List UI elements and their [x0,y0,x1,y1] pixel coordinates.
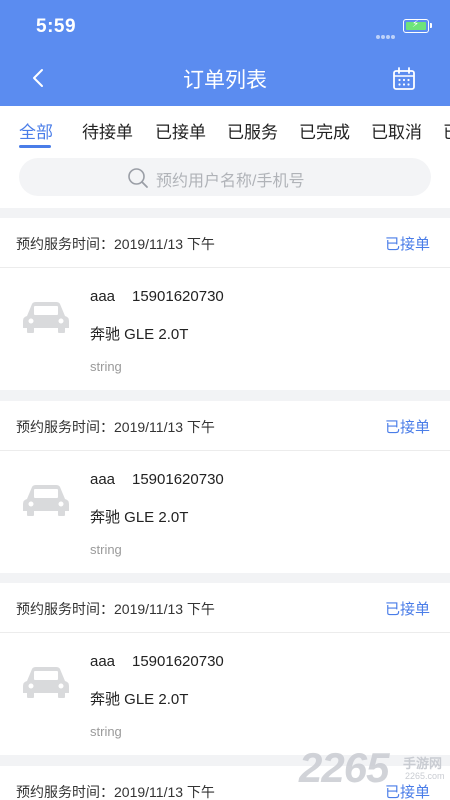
order-time: 预约服务时间：2019/11/13 下午 [16,601,215,617]
order-card[interactable]: 预约服务时间：2019/11/13 下午 已接单 aaa 15901620730… [0,218,450,390]
search-input[interactable]: 预约用户名称/手机号 [19,158,431,196]
tab-serviced[interactable]: 已服务 [227,118,278,143]
battery-icon: ⚡ [403,19,432,33]
site-watermark: 2265 手游网 2265.com [299,744,449,794]
order-time: 预约服务时间：2019/11/13 下午 [16,419,215,435]
signal-icon [376,26,398,39]
order-time: 预约服务时间：2019/11/13 下午 [16,236,215,252]
car-model: 奔驰 GLE 2.0T [90,509,189,526]
customer-name: aaa [90,471,116,488]
order-status-badge[interactable]: 已接单 [385,233,430,254]
car-icon [23,667,69,698]
status-tabs: 全部 待接单 已接单 已服务 已完成 已取消 已 [0,106,450,152]
tab-all[interactable]: 全部 [19,118,53,143]
order-header: 预约服务时间：2019/11/13 下午 已接单 [0,401,450,451]
customer-phone: 15901620730 [132,471,224,488]
order-card[interactable]: 预约服务时间：2019/11/13 下午 已接单 aaa 15901620730… [0,583,450,755]
order-header: 预约服务时间：2019/11/13 下午 已接单 [0,218,450,268]
car-model: 奔驰 GLE 2.0T [90,691,189,708]
page-title: 订单列表 [183,69,267,92]
tab-accepted[interactable]: 已接单 [155,118,206,143]
status-time: 5:59 [36,16,77,37]
search-icon [128,168,148,188]
customer-phone: 15901620730 [132,653,224,670]
order-note: string [90,724,122,739]
search-placeholder: 预约用户名称/手机号 [156,173,305,190]
customer-name: aaa [90,653,116,670]
order-note: string [90,542,122,557]
tab-cancelled[interactable]: 已取消 [371,118,422,143]
tab-partial[interactable]: 已 [443,118,450,143]
order-header: 预约服务时间：2019/11/13 下午 已接单 [0,583,450,633]
status-bar: 5:59 ⚡ [0,0,450,50]
tab-pending[interactable]: 待接单 [82,118,133,143]
search-bar: 预约用户名称/手机号 [0,152,450,208]
order-note: string [90,359,122,374]
tab-completed[interactable]: 已完成 [299,118,350,143]
customer-name: aaa [90,288,116,305]
car-icon [23,485,69,516]
watermark-url: 2265.com [405,771,445,781]
calendar-icon [393,67,415,90]
calendar-button[interactable] [391,66,417,92]
customer-phone: 15901620730 [132,288,224,305]
order-time: 预约服务时间：2019/11/13 下午 [16,784,215,800]
car-model: 奔驰 GLE 2.0T [90,326,189,343]
order-card[interactable]: 预约服务时间：2019/11/13 下午 已接单 aaa 15901620730… [0,401,450,573]
car-icon [23,302,69,333]
watermark-text: 手游网 [403,756,443,771]
order-status-badge[interactable]: 已接单 [385,416,430,437]
app-header: 5:59 ⚡ 订单列表 [0,0,450,106]
order-status-badge[interactable]: 已接单 [385,598,430,619]
watermark-number: 2265 [299,744,389,791]
tab-active-indicator [19,145,51,148]
